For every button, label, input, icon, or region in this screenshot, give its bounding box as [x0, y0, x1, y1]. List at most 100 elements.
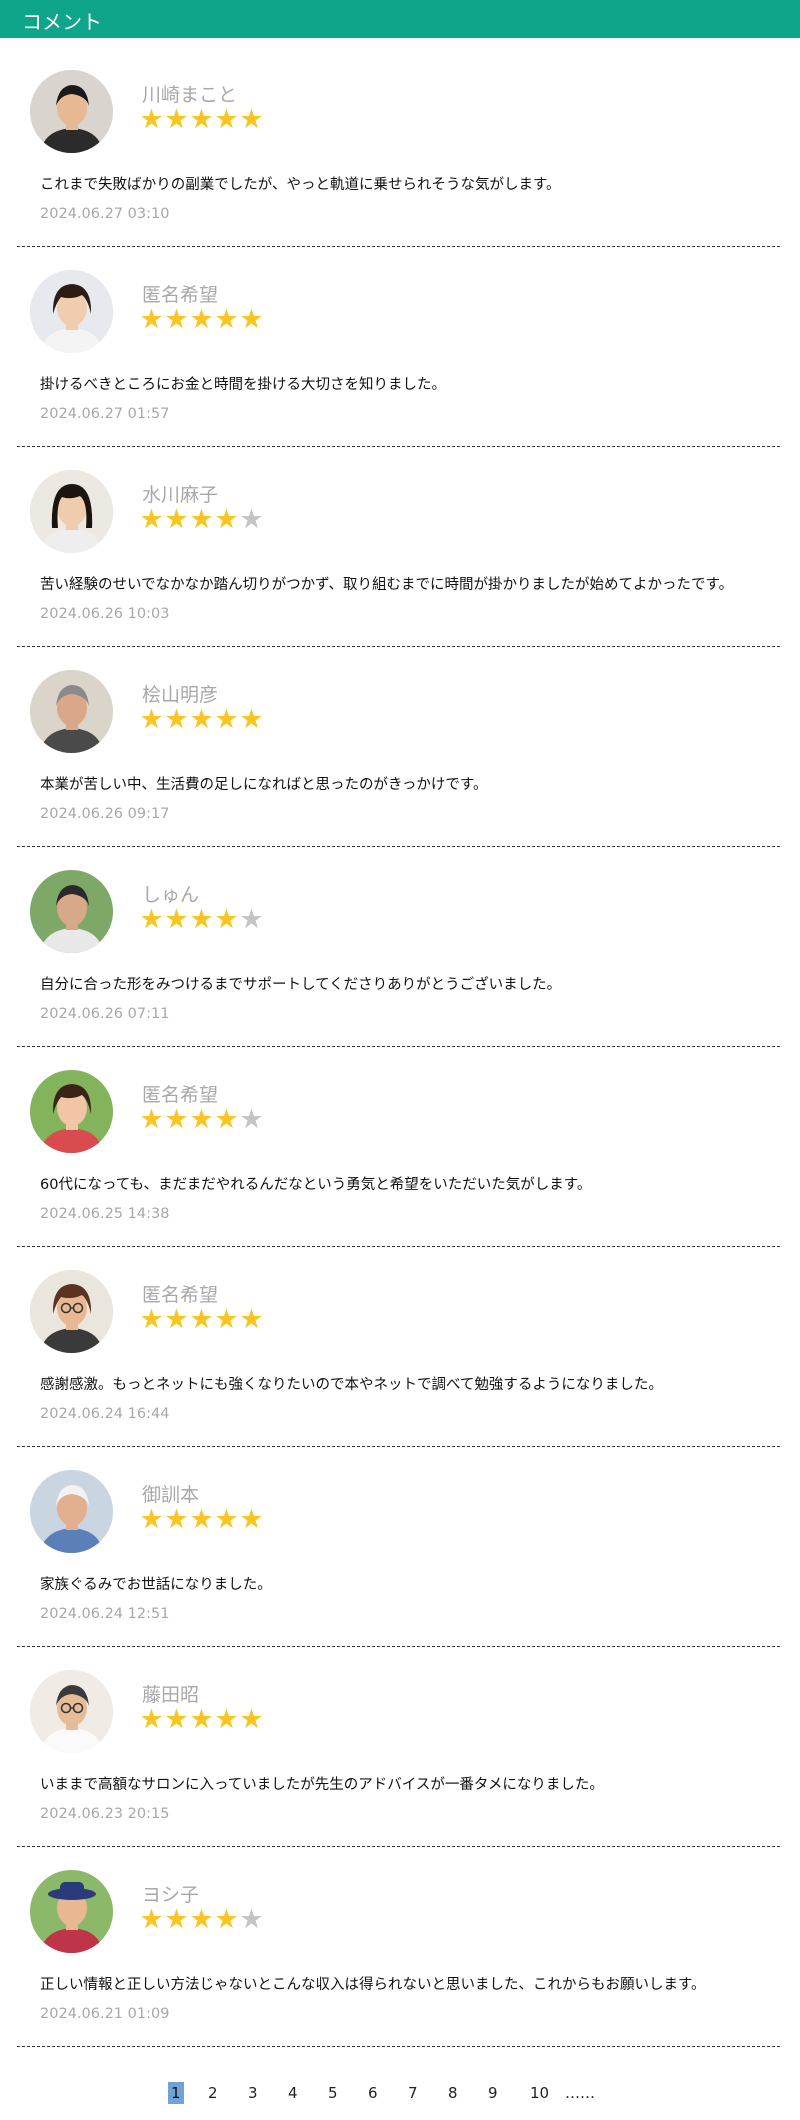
star-empty-icon: ★ [239, 1904, 264, 1935]
comment-text: これまで失敗ばかりの副業でしたが、やっと軌道に乗せられそうな気がします。 [40, 177, 561, 193]
star-filled-icon: ★ [239, 1704, 264, 1735]
star-filled-icon: ★ [189, 1304, 214, 1335]
comment-date: 2024.06.27 03:10 [40, 206, 170, 222]
star-filled-icon: ★ [239, 1304, 264, 1335]
comment-date: 2024.06.23 20:15 [40, 1806, 170, 1822]
page-link-2[interactable]: 2 [208, 2082, 218, 2104]
page-link-5[interactable]: 5 [328, 2082, 338, 2104]
star-filled-icon: ★ [164, 1504, 189, 1535]
comment-date: 2024.06.24 16:44 [40, 1406, 170, 1422]
star-filled-icon: ★ [164, 304, 189, 335]
comment-date: 2024.06.26 07:11 [40, 1006, 170, 1022]
avatar [30, 470, 113, 553]
comment-item: 桧山明彦 ★★★★★ 本業が苦しい中、生活費の足しになればと思ったのがきっかけです。… [0, 638, 800, 847]
star-filled-icon: ★ [189, 1704, 214, 1735]
star-filled-icon: ★ [189, 304, 214, 335]
star-rating: ★★★★★ [139, 505, 264, 535]
star-filled-icon: ★ [239, 1504, 264, 1535]
commenter-name: 水川麻子 [142, 484, 219, 506]
avatar [30, 670, 113, 753]
star-filled-icon: ★ [214, 904, 239, 935]
star-filled-icon: ★ [189, 104, 214, 135]
star-filled-icon: ★ [139, 904, 164, 935]
star-filled-icon: ★ [139, 1104, 164, 1135]
star-filled-icon: ★ [214, 104, 239, 135]
commenter-name: 匿名希望 [142, 1284, 219, 1306]
page-current[interactable]: 1 [168, 2082, 184, 2104]
comment-text: 60代になっても、まだまだやれるんだなという勇気と希望をいただいた気がします。 [40, 1177, 592, 1193]
commenter-name: しゅん [142, 884, 200, 906]
comment-date: 2024.06.21 01:09 [40, 2006, 170, 2022]
star-rating: ★★★★★ [139, 105, 264, 135]
comment-text: 自分に合った形をみつけるまでサポートしてくださりありがとうございました。 [40, 977, 562, 993]
comment-item: 匿名希望 ★★★★★ 掛けるべきところにお金と時間を掛ける大切さを知りました。 202… [0, 238, 800, 447]
comment-text: 正しい情報と正しい方法じゃないとこんな収入は得られないと思いました、これからもお… [40, 1977, 706, 1993]
comment-text: 家族ぐるみでお世話になりました。 [40, 1577, 272, 1593]
star-rating: ★★★★★ [139, 1505, 264, 1535]
star-filled-icon: ★ [214, 704, 239, 735]
star-filled-icon: ★ [139, 1704, 164, 1735]
star-filled-icon: ★ [214, 1704, 239, 1735]
page-more-ellipsis[interactable]: …… [565, 2082, 595, 2104]
star-filled-icon: ★ [164, 104, 189, 135]
page-link-3[interactable]: 3 [248, 2082, 258, 2104]
comment-date: 2024.06.27 01:57 [40, 406, 170, 422]
divider [17, 2046, 780, 2047]
avatar [30, 1270, 113, 1353]
commenter-name: 桧山明彦 [142, 684, 219, 706]
avatar [30, 70, 113, 153]
star-filled-icon: ★ [164, 1904, 189, 1935]
comment-item: 川崎まこと ★★★★★ これまで失敗ばかりの副業でしたが、やっと軌道に乗せられそうな… [0, 38, 800, 247]
star-filled-icon: ★ [189, 504, 214, 535]
page-link-10[interactable]: 10 [530, 2082, 549, 2104]
star-filled-icon: ★ [139, 1904, 164, 1935]
star-filled-icon: ★ [239, 704, 264, 735]
avatar [30, 870, 113, 953]
star-rating: ★★★★★ [139, 1305, 264, 1335]
comment-item: 水川麻子 ★★★★★ 苦い経験のせいでなかなか踏ん切りがつかず、取り組むまでに時間が… [0, 438, 800, 647]
star-filled-icon: ★ [164, 1104, 189, 1135]
star-filled-icon: ★ [214, 504, 239, 535]
star-filled-icon: ★ [189, 1904, 214, 1935]
page-link-6[interactable]: 6 [368, 2082, 378, 2104]
star-filled-icon: ★ [139, 304, 164, 335]
star-filled-icon: ★ [214, 1504, 239, 1535]
comment-item: 匿名希望 ★★★★★ 60代になっても、まだまだやれるんだなという勇気と希望をいただ… [0, 1038, 800, 1247]
star-rating: ★★★★★ [139, 905, 264, 935]
page-link-9[interactable]: 9 [488, 2082, 498, 2104]
page-link-7[interactable]: 7 [408, 2082, 418, 2104]
star-rating: ★★★★★ [139, 1105, 264, 1135]
avatar [30, 1470, 113, 1553]
avatar [30, 270, 113, 353]
comment-date: 2024.06.24 12:51 [40, 1606, 170, 1622]
header-title: コメント [22, 10, 102, 34]
star-filled-icon: ★ [214, 1304, 239, 1335]
star-empty-icon: ★ [239, 504, 264, 535]
star-filled-icon: ★ [189, 1504, 214, 1535]
star-rating: ★★★★★ [139, 1905, 264, 1935]
star-filled-icon: ★ [239, 104, 264, 135]
page-link-8[interactable]: 8 [448, 2082, 458, 2104]
star-filled-icon: ★ [189, 904, 214, 935]
star-rating: ★★★★★ [139, 305, 264, 335]
comment-list: 川崎まこと ★★★★★ これまで失敗ばかりの副業でしたが、やっと軌道に乗せられそうな… [0, 38, 800, 2047]
comment-date: 2024.06.26 10:03 [40, 606, 170, 622]
page-link-4[interactable]: 4 [288, 2082, 298, 2104]
commenter-name: ヨシ子 [142, 1884, 200, 1906]
star-filled-icon: ★ [189, 704, 214, 735]
comment-item: 御訓本 ★★★★★ 家族ぐるみでお世話になりました。 2024.06.24 12:51 [0, 1438, 800, 1647]
comment-item: 藤田昭 ★★★★★ いままで高額なサロンに入っていましたが先生のアドバイスが一番タメ… [0, 1638, 800, 1847]
comment-item: しゅん ★★★★★ 自分に合った形をみつけるまでサポートしてくださりありがとうござい… [0, 838, 800, 1047]
comment-item: 匿名希望 ★★★★★ 感謝感激。もっとネットにも強くなりたいので本やネットで調べて勉… [0, 1238, 800, 1447]
star-rating: ★★★★★ [139, 1705, 264, 1735]
avatar [30, 1870, 113, 1953]
comment-date: 2024.06.26 09:17 [40, 806, 170, 822]
pagination: 1 2 3 4 5 6 7 8 9 10 …… [0, 2082, 800, 2106]
star-filled-icon: ★ [164, 1304, 189, 1335]
commenter-name: 匿名希望 [142, 1084, 219, 1106]
comment-text: 感謝感激。もっとネットにも強くなりたいので本やネットで調べて勉強するようになりま… [40, 1377, 663, 1393]
commenter-name: 藤田昭 [142, 1684, 200, 1706]
star-filled-icon: ★ [214, 1104, 239, 1135]
star-filled-icon: ★ [139, 704, 164, 735]
star-filled-icon: ★ [164, 904, 189, 935]
